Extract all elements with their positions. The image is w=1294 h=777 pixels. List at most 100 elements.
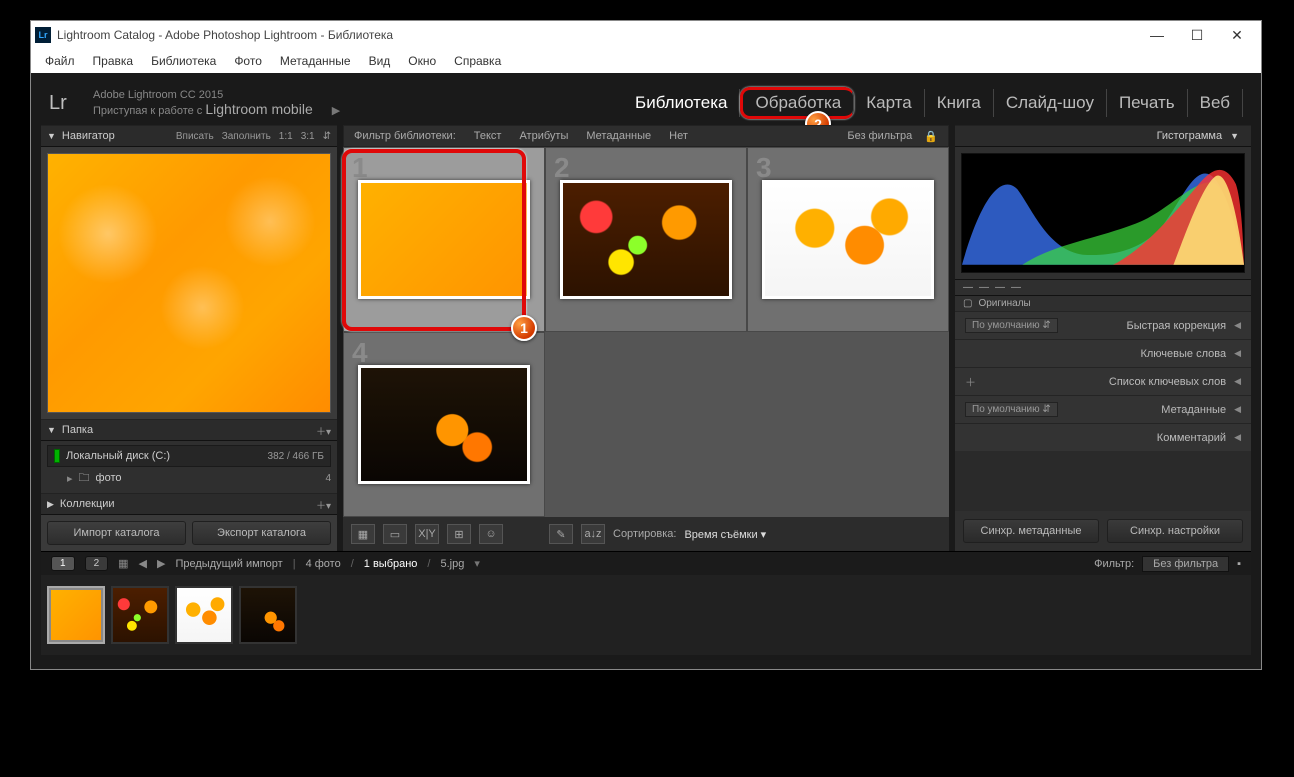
- secondary-display-2[interactable]: 2: [85, 556, 109, 571]
- folder-icon: 🗀: [79, 469, 90, 488]
- histogram[interactable]: [961, 153, 1245, 273]
- filter-attributes[interactable]: Атрибуты: [519, 130, 568, 142]
- collections-header[interactable]: ▶ Коллекции ＋▾: [41, 493, 337, 515]
- sort-direction-icon[interactable]: a↓z: [581, 524, 605, 544]
- histogram-info: ————: [955, 279, 1251, 295]
- menu-window[interactable]: Окно: [402, 52, 442, 70]
- folder-item[interactable]: ▸ 🗀 фото 4: [47, 467, 331, 489]
- quick-develop-section[interactable]: По умолчанию ⇵ Быстрая коррекция◀: [955, 311, 1251, 339]
- maximize-button[interactable]: ☐: [1177, 24, 1217, 46]
- metadata-preset-dropdown[interactable]: По умолчанию ⇵: [965, 402, 1058, 417]
- nav-zoom-dropdown-icon[interactable]: ⇵: [323, 131, 331, 142]
- filter-text[interactable]: Текст: [474, 130, 502, 142]
- thumbnail-image[interactable]: [560, 180, 732, 299]
- add-keyword-icon[interactable]: ＋: [965, 374, 976, 390]
- section-label: Ключевые слова: [1140, 348, 1226, 360]
- grid-empty: [747, 332, 949, 517]
- module-develop[interactable]: Обработка: [740, 87, 854, 119]
- view-people-icon[interactable]: ☺: [479, 524, 503, 544]
- menu-library[interactable]: Библиотека: [145, 52, 222, 70]
- section-label: Список ключевых слов: [1109, 376, 1226, 388]
- filmstrip-collection[interactable]: Предыдущий импорт: [175, 558, 282, 570]
- filter-metadata[interactable]: Метаданные: [586, 130, 651, 142]
- painter-icon[interactable]: ✎: [549, 524, 573, 544]
- filter-preset[interactable]: Без фильтра: [847, 130, 912, 142]
- module-library[interactable]: Библиотека: [623, 89, 740, 117]
- filmstrip-thumb[interactable]: [47, 586, 105, 644]
- navigator-preview[interactable]: [47, 153, 331, 413]
- app-window: Lr Lightroom Catalog - Adobe Photoshop L…: [30, 20, 1262, 670]
- folders-header[interactable]: ▼ Папка ＋▾: [41, 419, 337, 441]
- close-button[interactable]: ✕: [1217, 24, 1257, 46]
- filmstrip-filter-switch-icon[interactable]: ▪: [1237, 558, 1241, 570]
- module-picker: Библиотека Обработка Карта Книга Слайд-ш…: [623, 87, 1243, 119]
- view-survey-icon[interactable]: ⊞: [447, 524, 471, 544]
- identity-arrow-icon[interactable]: ▶: [332, 105, 340, 117]
- grid-cell[interactable]: 3: [747, 147, 949, 332]
- collapse-icon: ▶: [47, 499, 54, 510]
- view-compare-icon[interactable]: X|Y: [415, 524, 439, 544]
- module-slideshow[interactable]: Слайд-шоу: [994, 89, 1107, 117]
- minimize-button[interactable]: ―: [1137, 24, 1177, 46]
- menu-file[interactable]: Файл: [39, 52, 81, 70]
- menu-metadata[interactable]: Метаданные: [274, 52, 357, 70]
- collections-add-icon[interactable]: ＋▾: [316, 497, 331, 512]
- module-web[interactable]: Веб: [1188, 89, 1243, 117]
- comments-section[interactable]: Комментарий◀: [955, 423, 1251, 451]
- collapse-icon: ▼: [47, 425, 56, 435]
- nav-fill[interactable]: Заполнить: [222, 131, 271, 142]
- filmstrip-next-icon[interactable]: ▶: [157, 557, 165, 570]
- originals-icon: ▢: [963, 298, 972, 309]
- menu-view[interactable]: Вид: [363, 52, 397, 70]
- metadata-section[interactable]: По умолчанию ⇵ Метаданные◀: [955, 395, 1251, 423]
- histogram-header[interactable]: Гистограмма ▼: [955, 125, 1251, 147]
- folder-count: 4: [325, 473, 331, 484]
- filmstrip-thumb[interactable]: [111, 586, 169, 644]
- module-map[interactable]: Карта: [854, 89, 925, 117]
- folder-add-icon[interactable]: ＋▾: [316, 423, 331, 438]
- keywords-section[interactable]: Ключевые слова◀: [955, 339, 1251, 367]
- export-catalog-button[interactable]: Экспорт каталога: [192, 521, 331, 545]
- nav-fit[interactable]: Вписать: [176, 131, 214, 142]
- library-filter-bar: Фильтр библиотеки: Текст Атрибуты Метада…: [343, 125, 949, 147]
- sort-value[interactable]: Время съёмки ▾: [684, 528, 766, 541]
- secondary-display-1[interactable]: 1: [51, 556, 75, 571]
- menu-edit[interactable]: Правка: [87, 52, 140, 70]
- volume-row[interactable]: Локальный диск (С:) 382 / 466 ГБ: [47, 445, 331, 467]
- filmstrip-filter-value[interactable]: Без фильтра: [1142, 556, 1229, 572]
- originals-row[interactable]: ▢ Оригиналы: [955, 295, 1251, 311]
- filmstrip-thumb[interactable]: [239, 586, 297, 644]
- grid-cell[interactable]: 4: [343, 332, 545, 517]
- volume-status-icon: [54, 449, 60, 463]
- navigator-header[interactable]: ▼ Навигатор Вписать Заполнить 1:1 3:1 ⇵: [41, 125, 337, 147]
- identity-plate[interactable]: Adobe Lightroom CC 2015 Приступая к рабо…: [93, 88, 340, 118]
- volume-size: 382 / 466 ГБ: [268, 451, 324, 462]
- menu-photo[interactable]: Фото: [228, 52, 268, 70]
- module-book[interactable]: Книга: [925, 89, 994, 117]
- preset-dropdown[interactable]: По умолчанию ⇵: [965, 318, 1058, 333]
- import-catalog-button[interactable]: Импорт каталога: [47, 521, 186, 545]
- filmstrip-prev-icon[interactable]: ◀: [139, 557, 147, 570]
- grid-cell[interactable]: 2: [545, 147, 747, 332]
- view-loupe-icon[interactable]: ▭: [383, 524, 407, 544]
- filter-lock-icon[interactable]: 🔒: [924, 130, 938, 143]
- thumbnail-image[interactable]: [762, 180, 934, 299]
- menu-help[interactable]: Справка: [448, 52, 507, 70]
- folder-expand-icon[interactable]: ▸: [67, 472, 73, 485]
- filmstrip-grid-icon[interactable]: ▦: [118, 557, 128, 570]
- view-grid-icon[interactable]: ▦: [351, 524, 375, 544]
- filmstrip-thumb[interactable]: [175, 586, 233, 644]
- module-print[interactable]: Печать: [1107, 89, 1188, 117]
- section-label: Быстрая коррекция: [1127, 320, 1227, 332]
- filter-none[interactable]: Нет: [669, 130, 688, 142]
- filmstrip[interactable]: [41, 575, 1251, 655]
- nav-1to1[interactable]: 1:1: [279, 131, 293, 142]
- nav-3to1[interactable]: 3:1: [301, 131, 315, 142]
- sync-metadata-button[interactable]: Синхр. метаданные: [963, 519, 1099, 543]
- volume-name: Локальный диск (С:): [66, 450, 170, 462]
- keyword-list-section[interactable]: ＋ Список ключевых слов◀: [955, 367, 1251, 395]
- thumbnail-image[interactable]: [358, 365, 530, 484]
- collapse-icon: ▼: [47, 131, 56, 141]
- filmstrip-dropdown-icon[interactable]: ▾: [474, 557, 480, 570]
- sync-settings-button[interactable]: Синхр. настройки: [1107, 519, 1243, 543]
